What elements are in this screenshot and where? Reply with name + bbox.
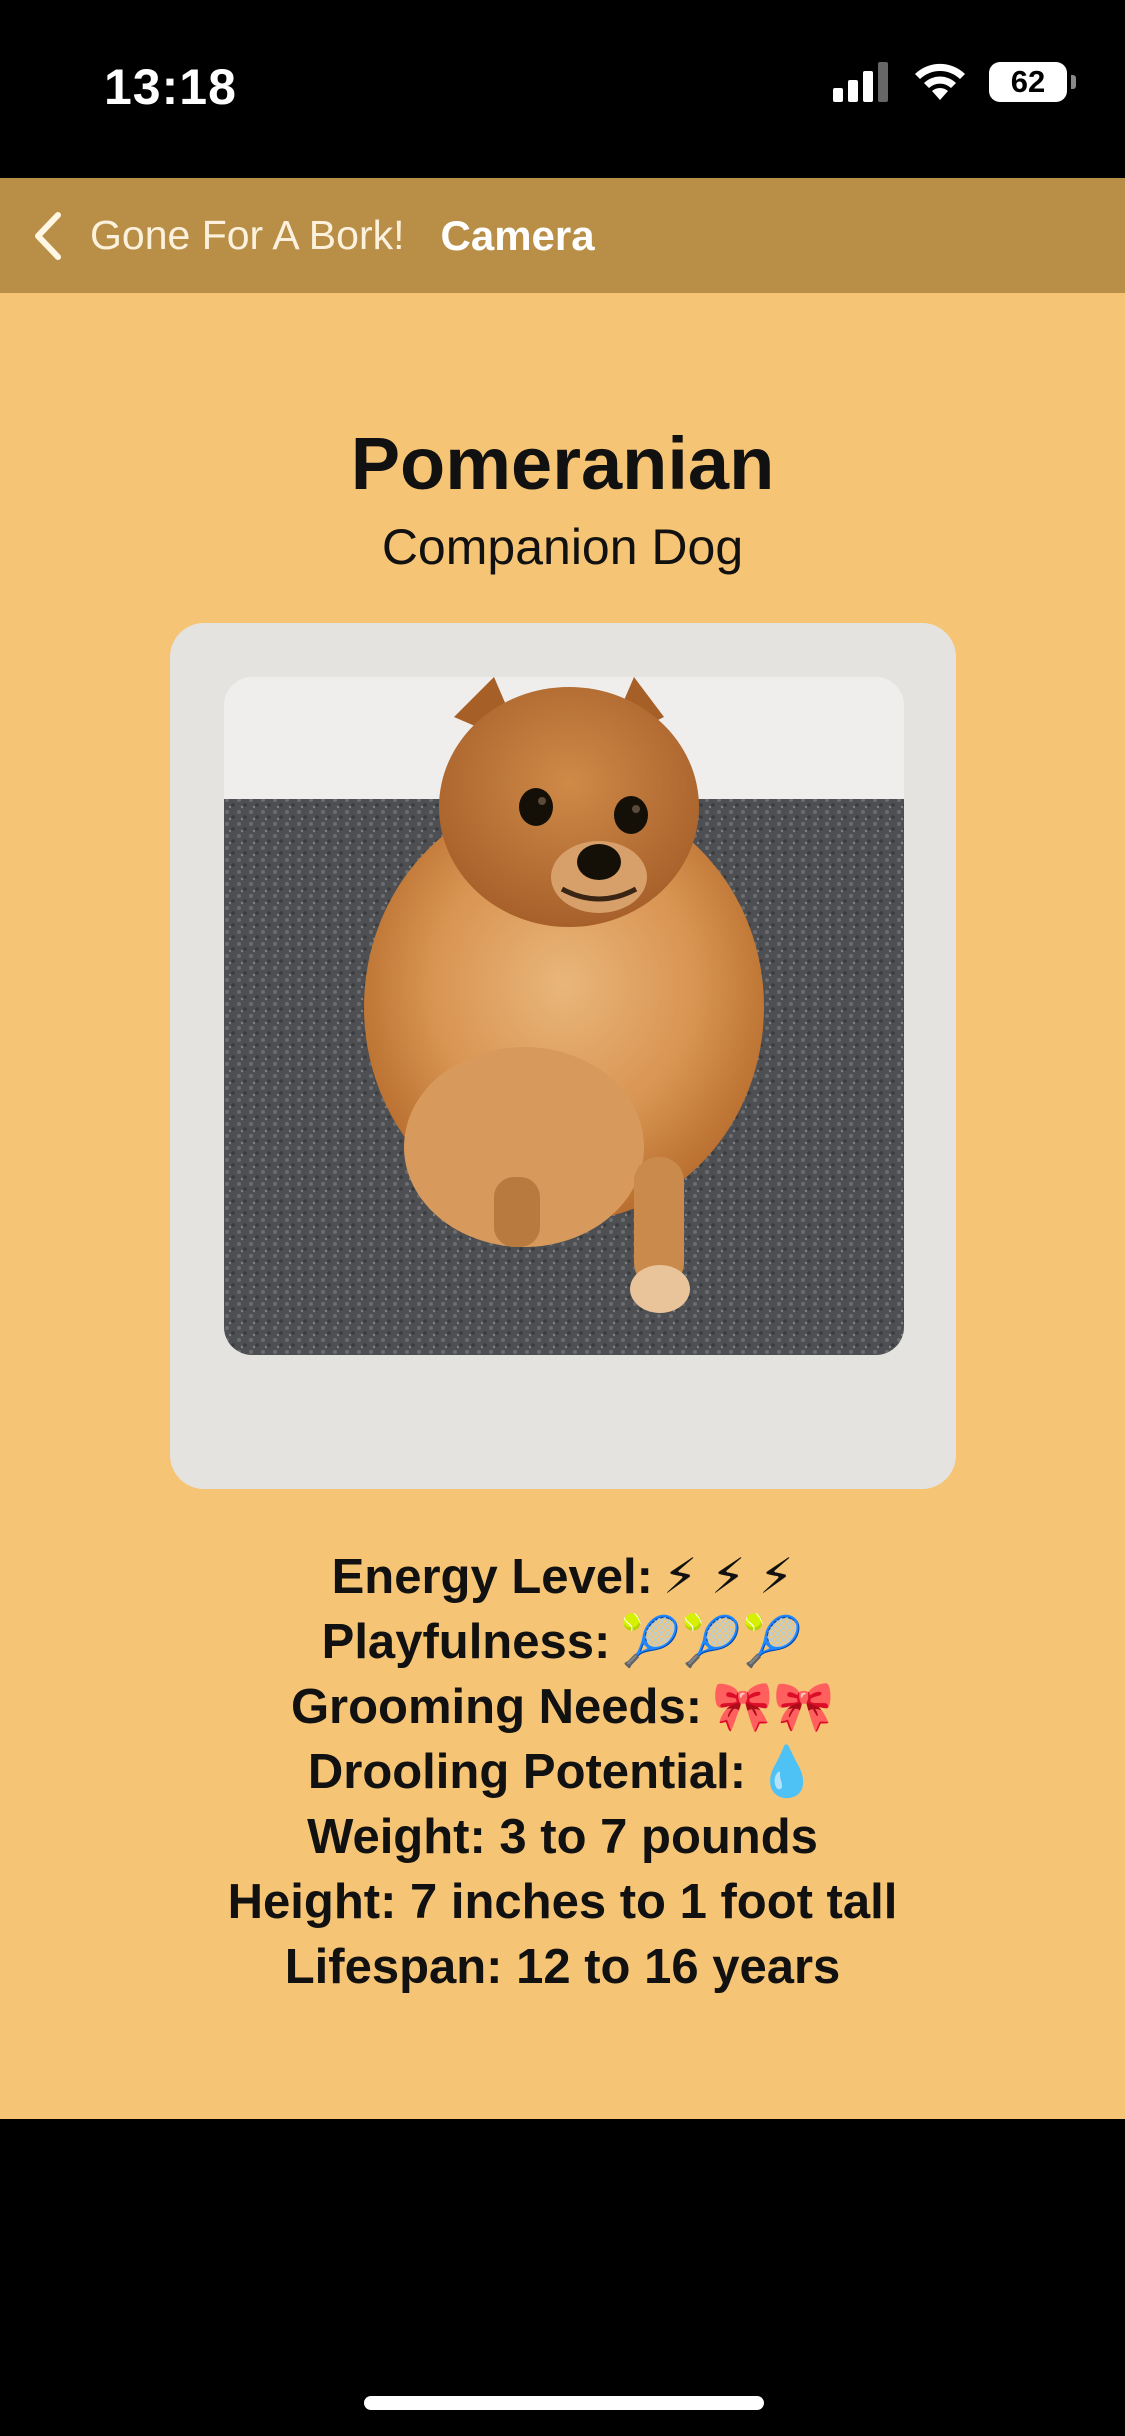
home-indicator[interactable] — [364, 2396, 764, 2410]
back-label: Gone For A Bork! — [90, 212, 405, 258]
back-button[interactable]: Gone For A Bork! — [30, 209, 405, 263]
trait-lifespan: Lifespan: 12 to 16 years — [284, 1940, 841, 1994]
navigation-bar: Gone For A Bork! Camera — [0, 178, 1125, 293]
status-icons: 62 — [833, 62, 1076, 102]
lightning-bolt-icons: ⚡ ⚡ ⚡ — [662, 1550, 794, 1604]
status-time: 13:18 — [104, 59, 237, 115]
trait-playfulness: Playfulness: 🎾🎾🎾 — [321, 1615, 804, 1669]
tennis-ball-icons: 🎾🎾🎾 — [620, 1615, 804, 1669]
battery-cap — [1071, 75, 1076, 89]
chevron-left-icon — [35, 211, 61, 260]
breed-traits: Energy Level: ⚡ ⚡ ⚡ Playfulness: 🎾🎾🎾 Groom… — [0, 1545, 1125, 2000]
breed-detail-content: Pomeranian Companion Dog Energy Level: ⚡… — [0, 293, 1125, 2119]
cellular-signal-icon — [833, 62, 888, 102]
droplet-icons: 💧 — [756, 1745, 818, 1799]
trait-weight: Weight: 3 to 7 pounds — [307, 1810, 818, 1864]
photo-card — [170, 623, 956, 1489]
battery-indicator: 62 — [989, 62, 1076, 102]
nav-title: Camera — [440, 211, 595, 259]
wifi-icon — [915, 63, 965, 100]
trait-height: Height: 7 inches to 1 foot tall — [227, 1875, 898, 1929]
breed-group: Companion Dog — [381, 519, 744, 575]
status-bar: 13:18 62 — [0, 0, 1125, 178]
breed-name: Pomeranian — [350, 422, 775, 505]
trait-grooming-needs: Grooming Needs: 🎀🎀 — [290, 1680, 835, 1734]
ribbon-icons: 🎀🎀 — [712, 1680, 835, 1734]
battery-level: 62 — [1010, 64, 1046, 99]
trait-drooling-potential: Drooling Potential: 💧 — [307, 1745, 818, 1799]
dog-photo — [224, 677, 904, 1355]
trait-energy-level: Energy Level: ⚡ ⚡ ⚡ — [331, 1550, 794, 1604]
